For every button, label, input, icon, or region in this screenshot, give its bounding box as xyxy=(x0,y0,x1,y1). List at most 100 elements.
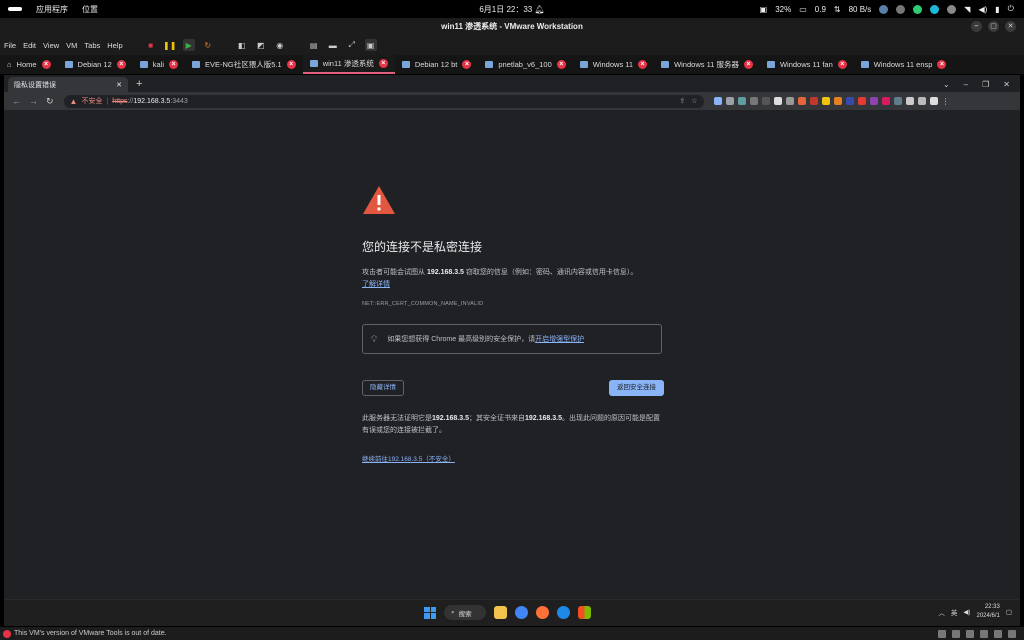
error-code[interactable]: NET::ERR_CERT_COMMON_NAME_INVALID xyxy=(362,301,664,307)
close-icon[interactable]: ✕ xyxy=(116,81,122,89)
play-icon[interactable]: ▶ xyxy=(182,39,195,51)
extension-icon[interactable] xyxy=(761,97,770,105)
file-explorer-icon[interactable] xyxy=(494,606,507,619)
back-to-safety-button[interactable]: 返回安全连接 xyxy=(609,380,664,396)
menu-view[interactable]: View xyxy=(43,41,59,50)
extension-icon[interactable] xyxy=(713,97,722,105)
snapshot-manager-icon[interactable]: ◉ xyxy=(274,39,286,51)
learn-more-link[interactable]: 了解详情 xyxy=(362,281,390,288)
volume-icon[interactable]: ◀) xyxy=(978,5,987,14)
chevron-up-icon[interactable]: ︿ xyxy=(938,607,945,617)
vm-tab-windows11-fan[interactable]: Windows 11 fan × xyxy=(760,55,854,74)
vm-tab-debian12[interactable]: Debian 12 × xyxy=(58,55,133,74)
proceed-unsafe-link[interactable]: 继续前往192.168.3.5（不安全） xyxy=(362,453,664,463)
tray-icon[interactable] xyxy=(896,4,906,14)
search-box[interactable]: ⌕ 搜索 xyxy=(444,605,486,620)
pause-icon[interactable]: ❚❚ xyxy=(163,39,176,51)
start-icon[interactable] xyxy=(424,606,436,619)
extension-icon[interactable] xyxy=(809,97,818,105)
extension-icon[interactable] xyxy=(845,97,854,105)
clock[interactable]: 6月1日 22：33 xyxy=(479,5,532,14)
share-icon[interactable]: ⇪ xyxy=(679,97,685,105)
vm-tab-windows11-server[interactable]: Windows 11 服务器 × xyxy=(654,55,760,74)
extension-icon[interactable] xyxy=(725,97,734,105)
clipboard-icon[interactable] xyxy=(947,4,957,14)
extension-icon[interactable] xyxy=(869,97,878,105)
maximize-icon[interactable]: ▢ xyxy=(988,21,999,32)
vm-tab-eve-ng[interactable]: EVE-NG社区猥人版5.1 × xyxy=(185,55,303,74)
cd-drive-icon[interactable] xyxy=(952,629,960,638)
extension-icon[interactable] xyxy=(881,97,890,105)
close-tab-icon[interactable]: × xyxy=(638,60,648,69)
revert-snapshot-icon[interactable]: ◩ xyxy=(255,39,267,51)
puzzle-icon[interactable] xyxy=(905,97,914,105)
fullscreen-icon[interactable]: ⤢ xyxy=(346,39,358,51)
app-icon[interactable] xyxy=(557,606,570,619)
close-icon[interactable]: ✕ xyxy=(1003,80,1010,89)
notification-icon[interactable]: ▢ xyxy=(1006,608,1012,616)
vm-tab-debian12-bt[interactable]: Debian 12 bt × xyxy=(395,55,479,74)
minimize-icon[interactable]: – xyxy=(971,21,982,32)
menu-help[interactable]: Help xyxy=(107,41,122,50)
enhanced-protection-link[interactable]: 开启增强型保护 xyxy=(535,336,584,343)
ime-indicator[interactable]: 英 xyxy=(951,607,958,617)
profile-icon[interactable] xyxy=(929,97,938,105)
back-arrow-icon[interactable]: ← xyxy=(12,96,21,106)
close-tab-icon[interactable]: × xyxy=(937,60,947,69)
chrome-tab[interactable]: 隐私设置错误 ✕ xyxy=(8,77,128,92)
hide-details-button[interactable]: 隐藏详情 xyxy=(362,380,404,396)
extension-icon[interactable] xyxy=(785,97,794,105)
thumbnail-icon[interactable]: ▬ xyxy=(327,39,339,51)
close-tab-icon[interactable]: × xyxy=(556,60,566,69)
bookmark-star-icon[interactable]: ☆ xyxy=(691,97,697,105)
activities-button[interactable] xyxy=(8,7,22,11)
not-secure-label[interactable]: 不安全 xyxy=(81,96,102,106)
vm-tab-pnetlab[interactable]: pnetlab_v6_100 × xyxy=(478,55,572,74)
close-tab-icon[interactable]: × xyxy=(378,59,388,68)
menu-tabs[interactable]: Tabs xyxy=(84,41,100,50)
sound-card-icon[interactable] xyxy=(994,629,1002,638)
close-tab-icon[interactable]: × xyxy=(286,60,296,69)
close-tab-icon[interactable]: × xyxy=(41,60,51,69)
wechat-icon[interactable] xyxy=(913,4,923,14)
new-tab-icon[interactable]: + xyxy=(136,78,142,90)
extension-icon[interactable] xyxy=(893,97,902,105)
extension-icon[interactable] xyxy=(749,97,758,105)
side-panel-icon[interactable] xyxy=(917,97,926,105)
extension-icon[interactable] xyxy=(797,97,806,105)
store-icon[interactable] xyxy=(578,606,591,619)
more-menu-icon[interactable]: ⋮ xyxy=(942,97,950,106)
close-icon[interactable]: ✕ xyxy=(1005,21,1016,32)
forward-arrow-icon[interactable]: → xyxy=(29,96,38,106)
tray-app-icon[interactable] xyxy=(930,4,940,14)
extension-icon[interactable] xyxy=(773,97,782,105)
power-icon[interactable]: ⏻ xyxy=(1008,4,1014,14)
restore-icon[interactable]: ❐ xyxy=(982,80,989,89)
vm-tab-home[interactable]: ⌂ Home × xyxy=(0,55,58,74)
menu-vm[interactable]: VM xyxy=(66,41,77,50)
close-tab-icon[interactable]: × xyxy=(169,60,179,69)
minimize-icon[interactable]: – xyxy=(964,80,968,89)
menu-edit[interactable]: Edit xyxy=(23,41,36,50)
vm-tab-windows11[interactable]: Windows 11 × xyxy=(573,55,654,74)
volume-icon[interactable]: ◀) xyxy=(963,608,970,616)
display-icon[interactable] xyxy=(1008,629,1016,638)
library-icon[interactable]: ▤ xyxy=(308,39,320,51)
extension-icon[interactable] xyxy=(737,97,746,105)
close-tab-icon[interactable]: × xyxy=(743,60,753,69)
status-message[interactable]: This VM's version of VMware Tools is out… xyxy=(14,630,167,637)
places-menu[interactable]: 位置 xyxy=(82,4,98,15)
battery-icon[interactable]: ▮ xyxy=(995,5,999,14)
reset-icon[interactable]: ↻ xyxy=(202,39,214,51)
vm-tab-win11-pentest[interactable]: win11 渗透系统 × xyxy=(302,55,395,74)
vmware-tray-icon[interactable] xyxy=(879,4,889,14)
chrome-icon[interactable] xyxy=(515,606,528,619)
network-adapter-icon[interactable] xyxy=(966,629,974,638)
extension-icon[interactable] xyxy=(857,97,866,105)
vm-guest-screen[interactable]: 隐私设置错误 ✕ + ⌄ – ❐ ✕ ← → ↻ ▲ 不安全 | https:/… xyxy=(4,75,1020,626)
extension-icon[interactable] xyxy=(821,97,830,105)
usb-icon[interactable] xyxy=(980,629,988,638)
close-tab-icon[interactable]: × xyxy=(837,60,847,69)
close-tab-icon[interactable]: × xyxy=(116,60,126,69)
applications-menu[interactable]: 应用程序 xyxy=(36,4,68,15)
